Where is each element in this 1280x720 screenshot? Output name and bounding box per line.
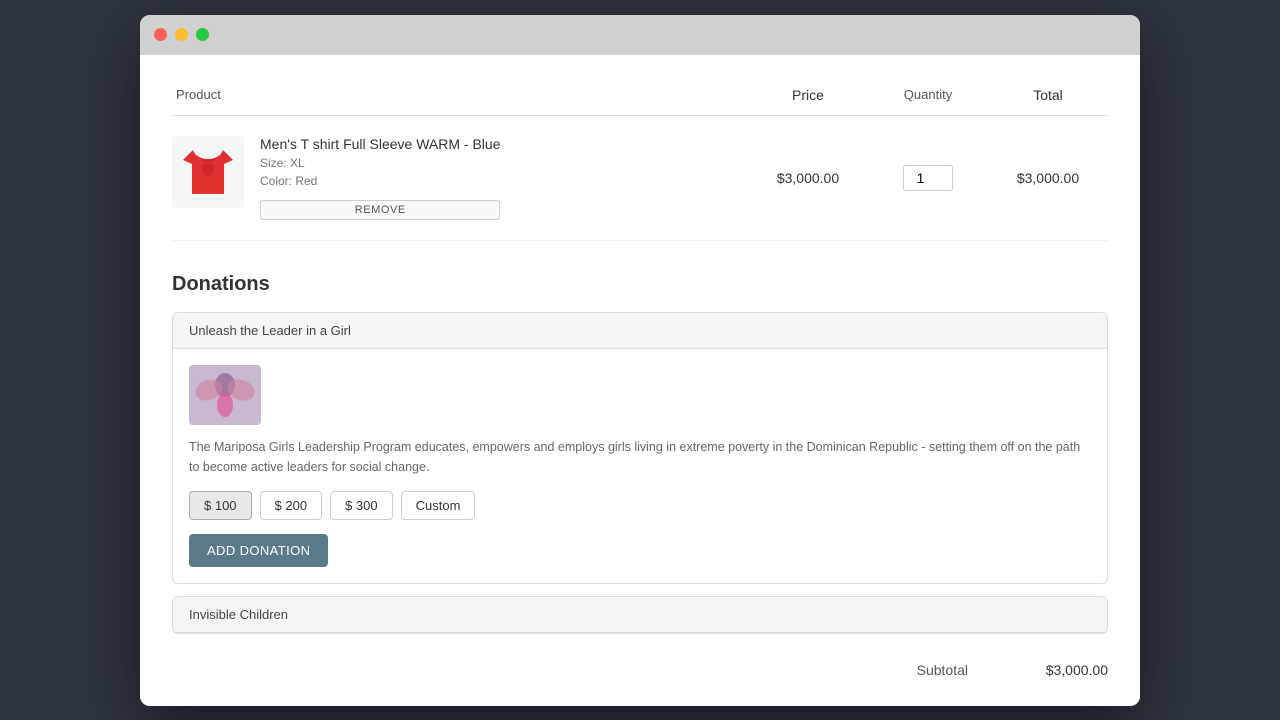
item-size: Size: XL <box>260 156 500 170</box>
subtotal-value: $3,000.00 <box>1028 662 1108 678</box>
donations-section: Donations Unleash the Leader in a Girl <box>172 273 1108 634</box>
add-donation-button-0[interactable]: ADD DONATION <box>189 534 328 567</box>
donation-card-header-1: Invisible Children <box>173 597 1107 633</box>
tshirt-icon <box>178 142 238 202</box>
amount-btn-100[interactable]: $ 100 <box>189 491 252 520</box>
close-button[interactable] <box>154 28 167 41</box>
browser-window: Product Price Quantity Total Men's T <box>140 15 1140 706</box>
donation-description-0: The Mariposa Girls Leadership Program ed… <box>189 437 1091 477</box>
item-name: Men's T shirt Full Sleeve WARM - Blue <box>260 136 500 152</box>
donation-card-0: Unleash the Leader in a Girl The <box>172 312 1108 584</box>
donation-card-1: Invisible Children <box>172 596 1108 634</box>
minimize-button[interactable] <box>175 28 188 41</box>
amount-btn-custom[interactable]: Custom <box>401 491 476 520</box>
item-details: Men's T shirt Full Sleeve WARM - Blue Si… <box>172 136 748 220</box>
amount-btn-300[interactable]: $ 300 <box>330 491 393 520</box>
donation-amounts-0: $ 100 $ 200 $ 300 Custom <box>189 491 1091 520</box>
amount-btn-200[interactable]: $ 200 <box>260 491 323 520</box>
item-color: Color: Red <box>260 174 500 188</box>
main-content: Product Price Quantity Total Men's T <box>140 55 1140 706</box>
subtotal-label: Subtotal <box>917 662 968 678</box>
item-info: Men's T shirt Full Sleeve WARM - Blue Si… <box>260 136 500 220</box>
item-image <box>172 136 244 208</box>
maximize-button[interactable] <box>196 28 209 41</box>
item-total: $3,000.00 <box>988 170 1108 186</box>
donation-image-icon <box>189 365 261 425</box>
header-quantity: Quantity <box>868 87 988 103</box>
cart-item: Men's T shirt Full Sleeve WARM - Blue Si… <box>172 116 1108 241</box>
donation-card-body-0: The Mariposa Girls Leadership Program ed… <box>173 349 1107 583</box>
titlebar <box>140 15 1140 55</box>
item-quantity <box>868 165 988 191</box>
subtotal-row: Subtotal $3,000.00 <box>172 646 1108 682</box>
header-total: Total <box>988 87 1108 103</box>
cart-table-header: Product Price Quantity Total <box>172 79 1108 116</box>
header-price: Price <box>748 87 868 103</box>
donation-image-0 <box>189 365 261 425</box>
item-price: $3,000.00 <box>748 170 868 186</box>
donations-title: Donations <box>172 273 1108 296</box>
quantity-input[interactable] <box>903 165 953 191</box>
remove-button[interactable]: REMOVE <box>260 200 500 220</box>
donation-card-header-0: Unleash the Leader in a Girl <box>173 313 1107 349</box>
header-product: Product <box>172 87 748 103</box>
